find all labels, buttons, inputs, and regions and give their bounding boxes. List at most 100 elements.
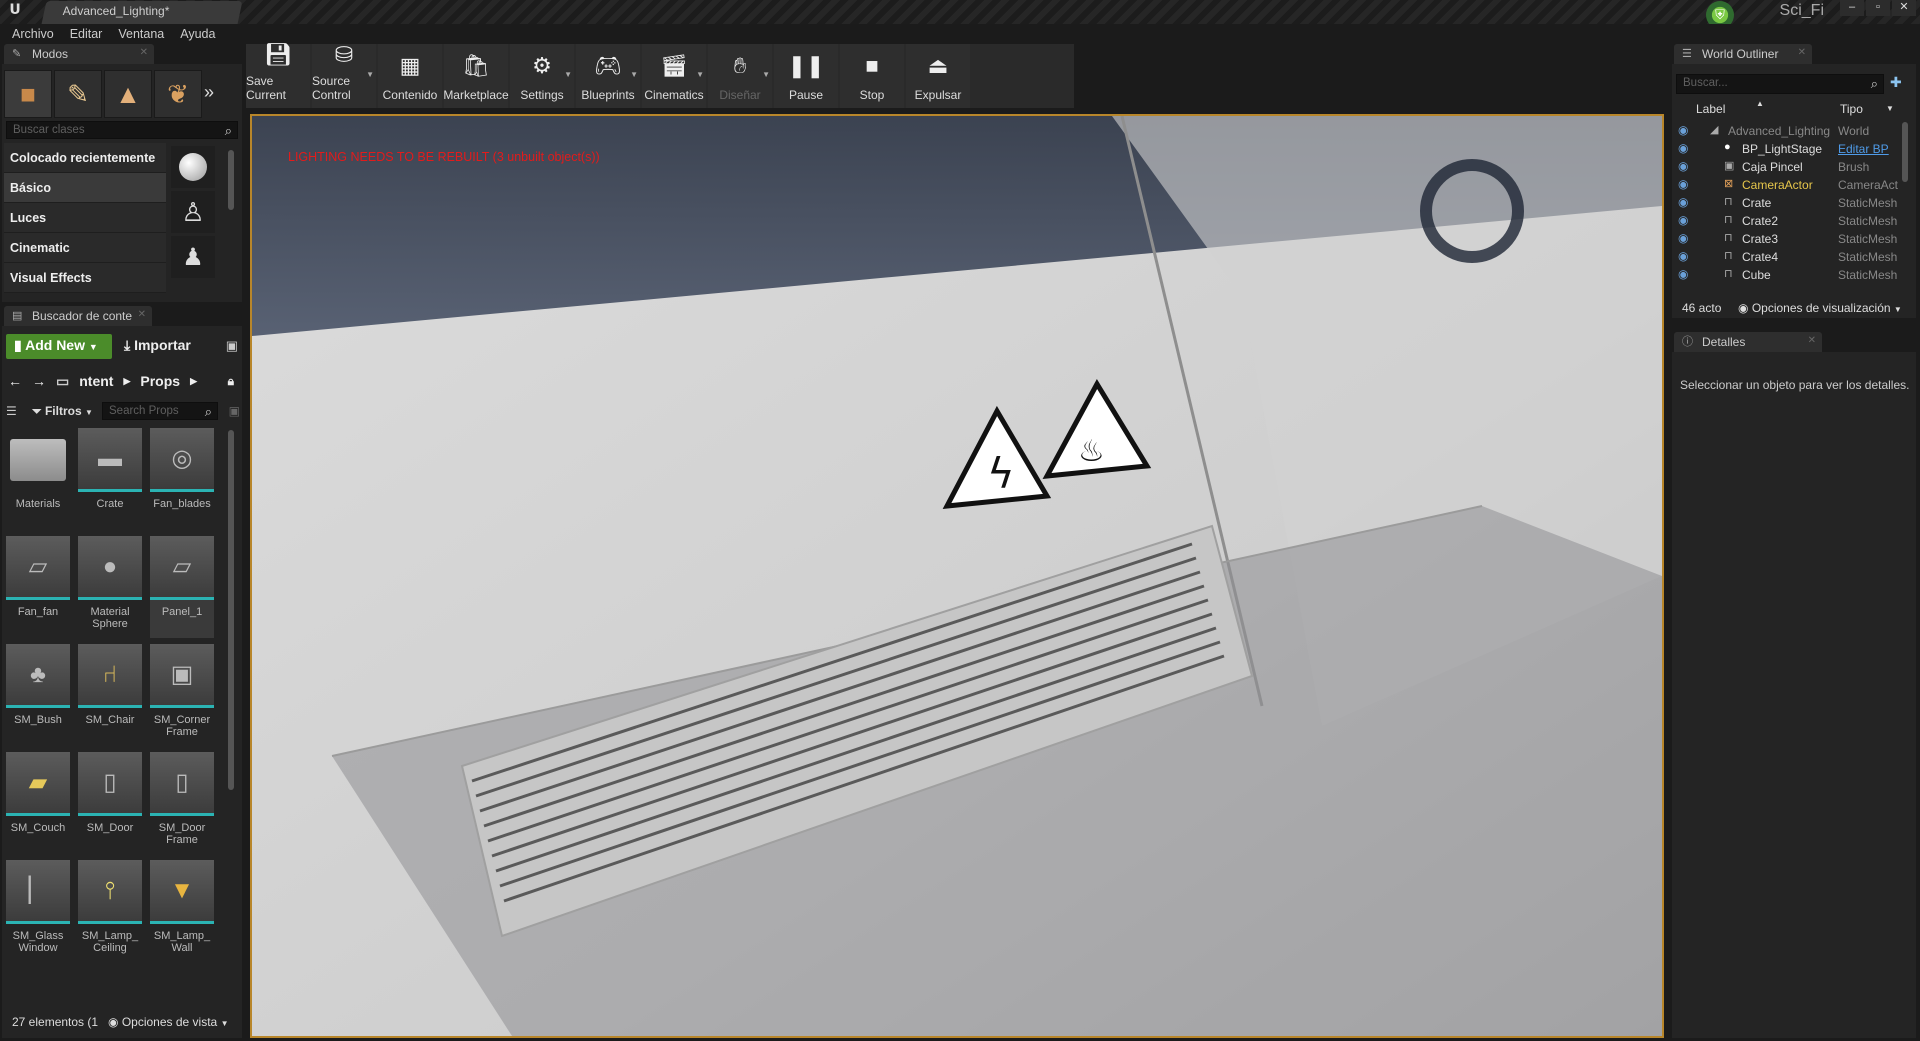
asset-tile[interactable]: ▯ SM_Door Frame [150,752,214,854]
toolbar-content-button[interactable]: ▦ Contenido [378,44,442,108]
asset-tile[interactable]: ▱ Panel_1 [150,536,214,638]
asset-tile[interactable]: ● Material Sphere [78,536,142,638]
lock-icon[interactable]: 🔒︎ [228,374,234,389]
menu-ayuda[interactable]: Ayuda [174,24,221,44]
toolbar-stop-button[interactable]: ■ Stop [840,44,904,108]
eye-icon[interactable]: ◉ [1678,231,1688,245]
chevron-down-icon[interactable]: ▼ [564,70,572,79]
minimize-button[interactable]: – [1840,0,1864,16]
breadcrumb-props[interactable]: Props [140,373,180,389]
eye-icon[interactable]: ◉ [1678,123,1688,137]
menu-ventana[interactable]: Ventana [112,24,170,44]
toolbar-settings-button[interactable]: ⚙ Settings ▼ [510,44,574,108]
category-recent[interactable]: Colocado recientemente [4,143,166,173]
asset-tile[interactable]: ⫯ SM_Lamp_ Ceiling [78,860,142,962]
character-actor-item[interactable]: ♙ [171,191,215,233]
content-browser-tab[interactable]: ▤ Buscador de conte ✕ [4,306,152,326]
outliner-row[interactable]: ◉ ⊠ CameraActor CameraAct [1676,176,1908,194]
toolbar-build-button[interactable]: ✋︎ Diseñar ▼ [708,44,772,108]
asset-tile[interactable]: ▱ Fan_fan [6,536,70,638]
asset-tile[interactable]: ▰ SM_Couch [6,752,70,854]
view-options-button[interactable]: ◉ Opciones de visualización ▼ [1738,301,1902,315]
asset-tile[interactable]: ▼ SM_Lamp_ Wall [150,860,214,962]
details-tab[interactable]: ⓘ Detalles ✕ [1674,332,1822,352]
chevron-down-icon[interactable]: ▼ [366,70,374,79]
outliner-row[interactable]: ◉ ⊓ Crate StaticMesh [1676,194,1908,212]
asset-tile[interactable]: ⑁ SM_Chair [78,644,142,746]
eye-icon[interactable]: ◉ [1678,159,1688,173]
chevron-down-icon[interactable]: ▼ [630,70,638,79]
save-search-icon[interactable]: ▣ [229,404,240,418]
close-button[interactable]: ✕ [1892,0,1916,16]
pawn-actor-item[interactable]: ♟ [171,236,215,278]
import-button[interactable]: ⤓ Importar [124,337,191,354]
sphere-actor-item[interactable] [171,146,215,188]
close-tab-icon[interactable]: ✕ [1798,47,1806,58]
category-lights[interactable]: Luces [4,203,166,233]
class-search-input[interactable]: Buscar clases ⌕ [6,121,238,139]
category-visual-effects[interactable]: Visual Effects [4,263,166,293]
eye-icon[interactable]: ◉ [1678,249,1688,263]
edit-blueprint-link[interactable]: Editar BP [1838,142,1889,156]
back-icon[interactable]: ← [8,373,22,389]
eye-icon[interactable]: ◉ [1678,213,1688,227]
breadcrumb-content[interactable]: ntent [79,373,113,389]
outliner-scrollbar[interactable] [1902,122,1908,182]
outliner-row[interactable]: ◉ ⊓ Crate4 StaticMesh [1676,248,1908,266]
eye-icon[interactable]: ◉ [1678,141,1688,155]
asset-tile[interactable]: ▣ SM_Corner Frame [150,644,214,746]
asset-tile[interactable]: Materials [6,428,70,530]
modes-tab[interactable]: ✎ Modos ✕ [4,44,154,64]
col-type[interactable]: Tipo [1840,102,1863,116]
asset-tile[interactable]: ◎ Fan_blades [150,428,214,530]
level-viewport[interactable]: ϟ ♨ LIGHTING NEEDS TO BE REBUILT (3 unbu… [250,114,1664,1038]
sources-toggle-icon[interactable]: ☰ [6,404,17,418]
filters-button[interactable]: ⏷ Filtros ▼ [32,404,93,419]
toolbar-marketplace-button[interactable]: 🛍︎ Marketplace [443,44,509,108]
place-mode-button[interactable]: ■ [4,70,52,118]
asset-tile[interactable]: ▬ Crate [78,428,142,530]
toolbar-eject-button[interactable]: ⏏ Expulsar [906,44,970,108]
menu-archivo[interactable]: Archivo [6,24,60,44]
close-tab-icon[interactable]: ✕ [140,47,148,58]
outliner-row[interactable]: ◉ ⊓ Cube StaticMesh [1676,266,1908,284]
document-tab[interactable]: Advanced_Lighting* [41,1,243,24]
asset-tile[interactable]: ▯ SM_Door [78,752,142,854]
toolbar-save-button[interactable]: 💾︎ Save Current [246,42,310,108]
outliner-search-input[interactable]: Buscar... ⌕ [1676,74,1884,94]
asset-search-input[interactable]: Search Props ⌕ [102,402,218,420]
paint-mode-button[interactable]: ✎ [54,70,102,118]
chevron-down-icon[interactable]: ▼ [762,70,770,79]
save-all-icon[interactable]: ▣ [226,338,238,354]
asset-tile[interactable]: ♣ SM_Bush [6,644,70,746]
maximize-button[interactable]: ▫ [1866,0,1890,16]
eye-icon[interactable]: ◉ [1678,177,1688,191]
outliner-row[interactable]: ◉ ◢ Advanced_Lighting World [1676,122,1908,140]
more-modes-icon[interactable]: » [204,70,228,120]
foliage-mode-button[interactable]: ❦ [154,70,202,118]
category-cinematic[interactable]: Cinematic [4,233,166,263]
outliner-row[interactable]: ◉ ⊓ Crate2 StaticMesh [1676,212,1908,230]
world-outliner-tab[interactable]: ☰ World Outliner ✕ [1674,44,1812,64]
col-label[interactable]: Label [1696,102,1725,116]
outliner-row[interactable]: ◉ ⊓ Crate3 StaticMesh [1676,230,1908,248]
outliner-row[interactable]: ◉ ● BP_LightStage Editar BP [1676,140,1908,158]
close-tab-icon[interactable]: ✕ [138,309,146,320]
modes-scrollbar[interactable] [228,150,234,210]
landscape-mode-button[interactable]: ▲ [104,70,152,118]
add-actor-icon[interactable]: ✚ [1890,74,1902,91]
close-tab-icon[interactable]: ✕ [1808,335,1816,346]
content-scrollbar[interactable] [228,430,234,790]
toolbar-cinematics-button[interactable]: 🎬︎ Cinematics ▼ [642,44,706,108]
chevron-down-icon[interactable]: ▼ [696,70,704,79]
toolbar-pause-button[interactable]: ❚❚ Pause [774,44,838,108]
category-basic[interactable]: Básico [4,173,166,203]
menu-editar[interactable]: Editar [64,24,109,44]
eye-icon[interactable]: ◉ [1678,195,1688,209]
asset-tile[interactable]: ▏ SM_Glass Window [6,860,70,962]
eye-icon[interactable]: ◉ [1678,267,1688,281]
toolbar-source-control-button[interactable]: ⛁ Source Control ▼ [312,42,376,108]
forward-icon[interactable]: → [32,373,46,389]
view-options-button[interactable]: ◉ Opciones de vista ▼ [108,1015,228,1029]
add-new-button[interactable]: ▮ Add New ▼ [6,334,112,359]
